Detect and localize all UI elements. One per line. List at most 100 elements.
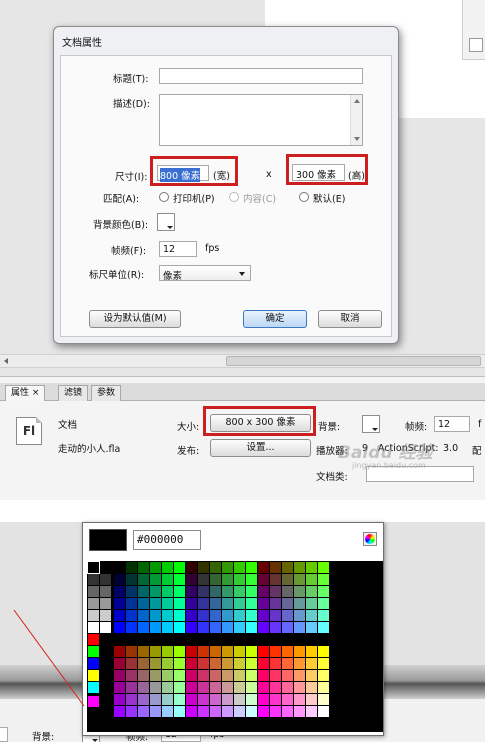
swatch-cell[interactable]	[88, 682, 99, 693]
swatch-cell[interactable]	[270, 586, 281, 597]
swatch-cell[interactable]	[150, 586, 161, 597]
swatch-cell[interactable]	[114, 682, 125, 693]
swatch-cell[interactable]	[198, 646, 209, 657]
swatch-cell[interactable]	[114, 610, 125, 621]
tab-properties[interactable]: 属性 ×	[5, 385, 46, 401]
swatch-cell[interactable]	[222, 574, 233, 585]
swatch-cell[interactable]	[162, 562, 173, 573]
swatch-cell[interactable]	[258, 598, 269, 609]
swatch-cell[interactable]	[88, 610, 99, 621]
scrollbar-thumb[interactable]	[226, 356, 481, 366]
swatch-cell[interactable]	[210, 682, 221, 693]
swatch-cell[interactable]	[114, 670, 125, 681]
swatch-cell[interactable]	[318, 646, 329, 657]
swatch-cell[interactable]	[210, 598, 221, 609]
swatch-cell[interactable]	[186, 694, 197, 705]
swatch-cell[interactable]	[100, 622, 111, 633]
publish-settings-button[interactable]: 设置...	[210, 439, 311, 457]
swatch-cell[interactable]	[100, 670, 111, 681]
swatch-cell[interactable]	[258, 586, 269, 597]
swatch-cell[interactable]	[162, 646, 173, 657]
swatch-cell[interactable]	[258, 682, 269, 693]
swatch-cell[interactable]	[306, 610, 317, 621]
swatch-cell[interactable]	[258, 574, 269, 585]
swatch-cell[interactable]	[198, 622, 209, 633]
swatch-cell[interactable]	[234, 646, 245, 657]
swatch-cell[interactable]	[282, 658, 293, 669]
swatch-cell[interactable]	[318, 706, 329, 717]
swatch-cell[interactable]	[306, 694, 317, 705]
swatch-cell[interactable]	[210, 670, 221, 681]
swatch-cell[interactable]	[270, 682, 281, 693]
swatch-cell[interactable]	[294, 586, 305, 597]
swatch-cell[interactable]	[198, 586, 209, 597]
swatch-cell[interactable]	[198, 706, 209, 717]
swatch-cell[interactable]	[150, 682, 161, 693]
swatch-cell[interactable]	[114, 706, 125, 717]
swatch-cell[interactable]	[270, 646, 281, 657]
tab-parameters[interactable]: 参数	[91, 385, 122, 401]
swatch-cell[interactable]	[294, 658, 305, 669]
swatch-cell[interactable]	[88, 586, 99, 597]
swatch-cell[interactable]	[138, 706, 149, 717]
swatch-cell[interactable]	[210, 586, 221, 597]
swatch-cell[interactable]	[246, 574, 257, 585]
swatch-cell[interactable]	[174, 562, 185, 573]
bg-color-swatch[interactable]	[157, 213, 175, 231]
swatch-cell[interactable]	[126, 646, 137, 657]
swatch-cell[interactable]	[126, 670, 137, 681]
swatch-cell[interactable]	[150, 658, 161, 669]
swatch-cell[interactable]	[306, 706, 317, 717]
swatch-cell[interactable]	[100, 646, 111, 657]
swatch-cell[interactable]	[294, 646, 305, 657]
swatch-cell[interactable]	[100, 610, 111, 621]
swatch-cell[interactable]	[186, 562, 197, 573]
cancel-button[interactable]: 取消	[318, 310, 382, 328]
swatch-cell[interactable]	[162, 586, 173, 597]
swatch-cell[interactable]	[318, 694, 329, 705]
swatch-cell[interactable]	[294, 694, 305, 705]
swatch-cell[interactable]	[282, 610, 293, 621]
swatch-cell[interactable]	[138, 610, 149, 621]
swatch-cell[interactable]	[88, 646, 99, 657]
swatch-cell[interactable]	[100, 598, 111, 609]
swatch-cell[interactable]	[318, 658, 329, 669]
swatch-cell[interactable]	[318, 622, 329, 633]
swatch-cell[interactable]	[126, 694, 137, 705]
swatch-cell[interactable]	[174, 658, 185, 669]
swatch-cell[interactable]	[198, 610, 209, 621]
swatch-cell[interactable]	[246, 658, 257, 669]
swatch-cell[interactable]	[258, 706, 269, 717]
swatch-cell[interactable]	[294, 610, 305, 621]
match-printer-radio[interactable]	[159, 192, 169, 202]
swatch-cell[interactable]	[138, 562, 149, 573]
swatch-cell[interactable]	[234, 586, 245, 597]
swatch-cell[interactable]	[294, 574, 305, 585]
swatch-cell[interactable]	[138, 622, 149, 633]
swatch-cell[interactable]	[186, 706, 197, 717]
swatch-cell[interactable]	[222, 694, 233, 705]
swatch-cell[interactable]	[282, 646, 293, 657]
chevron-down-icon[interactable]	[239, 272, 245, 276]
color-wheel-icon[interactable]	[363, 532, 377, 546]
swatch-cell[interactable]	[138, 574, 149, 585]
swatch-cell[interactable]	[162, 658, 173, 669]
swatch-cell[interactable]	[210, 562, 221, 573]
swatch-cell[interactable]	[150, 610, 161, 621]
swatch-cell[interactable]	[114, 622, 125, 633]
swatch-cell[interactable]	[210, 610, 221, 621]
swatch-cell[interactable]	[174, 646, 185, 657]
stage-horizontal-scrollbar[interactable]	[0, 354, 485, 368]
swatch-cell[interactable]	[234, 622, 245, 633]
swatch-cell[interactable]	[87, 561, 100, 574]
swatch-cell[interactable]	[138, 586, 149, 597]
swatch-cell[interactable]	[198, 658, 209, 669]
swatch-cell[interactable]	[126, 598, 137, 609]
hex-color-input[interactable]: #000000	[133, 530, 201, 550]
swatch-cell[interactable]	[234, 694, 245, 705]
swatch-cell[interactable]	[162, 622, 173, 633]
swatch-cell[interactable]	[282, 670, 293, 681]
swatch-cell[interactable]	[318, 682, 329, 693]
swatch-cell[interactable]	[186, 586, 197, 597]
swatch-cell[interactable]	[162, 694, 173, 705]
